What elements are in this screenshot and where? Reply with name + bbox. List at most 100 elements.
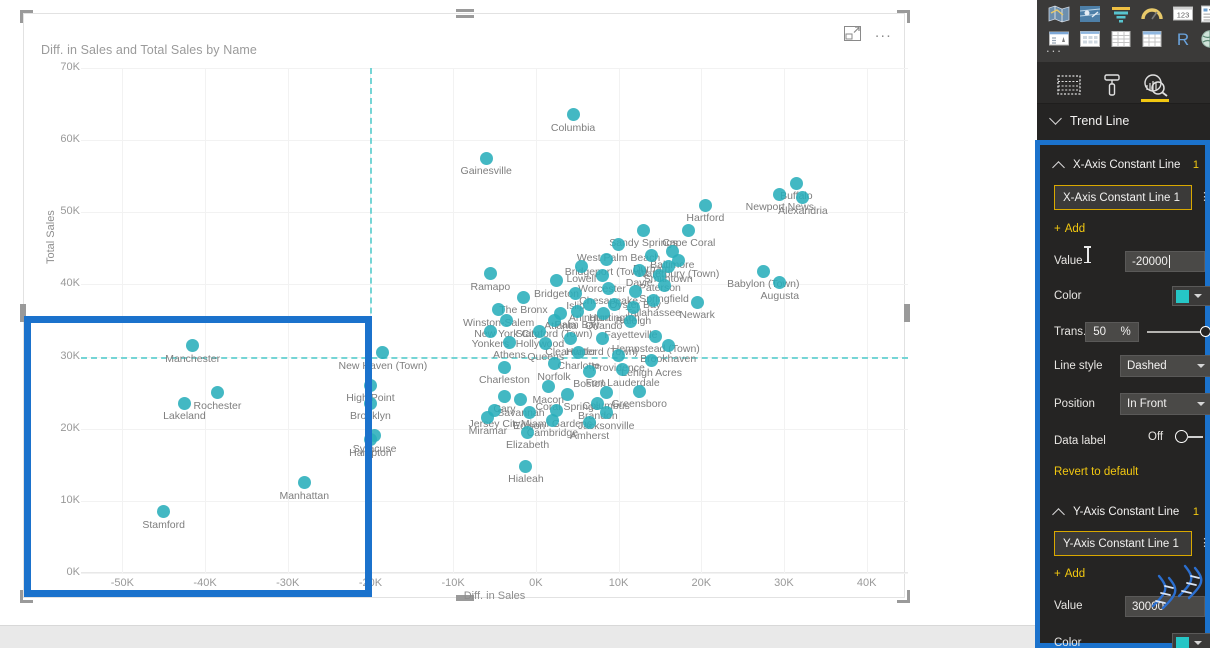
scatter-point[interactable] (646, 293, 660, 307)
matrix-icon[interactable] (1139, 28, 1164, 50)
scatter-point[interactable] (661, 339, 675, 353)
y-axis-add-button[interactable]: + Add (1054, 568, 1085, 580)
scatter-point[interactable] (682, 223, 696, 237)
scatter-point[interactable] (519, 459, 533, 473)
funnel-icon[interactable] (1108, 3, 1133, 25)
scatter-point[interactable] (773, 187, 787, 201)
x-axis-constant-line-name-menu-icon[interactable]: ⋮ (1199, 192, 1210, 203)
scatter-point[interactable] (698, 198, 712, 212)
report-canvas[interactable]: Diff. in Sales and Total Sales by Name .… (0, 0, 1037, 625)
resize-handle-bottom-left[interactable] (20, 590, 33, 603)
scatter-point[interactable] (560, 387, 574, 401)
x-axis-revert-to-default-button[interactable]: Revert to default (1054, 466, 1138, 478)
scatter-point[interactable] (690, 295, 704, 309)
scatter-point[interactable] (599, 406, 613, 420)
visual-more-options-icon[interactable]: ... (875, 25, 892, 40)
scatter-point[interactable] (497, 389, 511, 403)
scatter-point[interactable] (363, 378, 377, 392)
scatter-point[interactable] (599, 386, 613, 400)
focus-mode-icon[interactable] (844, 26, 861, 41)
scatter-point[interactable] (210, 386, 224, 400)
gauge-icon[interactable] (1139, 3, 1164, 25)
scatter-point[interactable] (157, 505, 171, 519)
scatter-point[interactable] (483, 324, 497, 338)
slicer-icon[interactable] (1077, 28, 1102, 50)
x-axis-add-button[interactable]: + Add (1054, 223, 1085, 235)
scatter-point[interactable] (545, 413, 559, 427)
scatter-point[interactable] (497, 360, 511, 374)
resize-handle-top-left[interactable] (20, 10, 33, 23)
scatter-point[interactable] (574, 259, 588, 273)
y-axis-constant-line-name-input[interactable]: Y-Axis Constant Line 1 (1054, 531, 1192, 556)
x-axis-color-picker[interactable] (1172, 286, 1210, 306)
scatter-point[interactable] (177, 396, 191, 410)
scatter-point[interactable] (564, 332, 578, 346)
python-script-icon[interactable] (1197, 28, 1210, 50)
x-axis-position-dropdown[interactable]: In Front (1120, 393, 1210, 415)
scatter-point[interactable] (583, 364, 597, 378)
scatter-point[interactable] (502, 335, 516, 349)
r-script-icon[interactable]: R (1170, 28, 1195, 50)
scatter-point[interactable] (602, 281, 616, 295)
y-axis-value-input[interactable]: 30000 (1125, 596, 1205, 617)
scatter-point[interactable] (645, 353, 659, 367)
scatter-point[interactable] (789, 176, 803, 190)
scatter-chart-visual[interactable]: Diff. in Sales and Total Sales by Name .… (20, 9, 910, 603)
gallery-more-icon[interactable]: ... (1046, 41, 1063, 54)
scatter-point[interactable] (547, 314, 561, 327)
scatter-point[interactable] (612, 348, 626, 362)
x-axis-constant-line-name-input[interactable]: X-Axis Constant Line 1 (1054, 185, 1192, 210)
x-axis-transparency-input[interactable]: 50 % (1085, 322, 1139, 342)
scatter-point[interactable] (570, 305, 584, 319)
transparency-slider-knob[interactable] (1200, 326, 1210, 337)
scatter-point[interactable] (583, 298, 597, 312)
y-axis-constant-line-name-menu-icon[interactable]: ⋮ (1199, 538, 1210, 549)
scatter-point[interactable] (363, 396, 377, 410)
scatter-point[interactable] (547, 357, 561, 371)
scatter-point[interactable] (756, 264, 770, 278)
scatter-point[interactable] (514, 393, 528, 407)
section-header-y-axis-constant-line[interactable]: Y-Axis Constant Line 1 (1040, 500, 1205, 524)
visualization-gallery[interactable]: 123 R (1037, 0, 1210, 62)
scatter-point[interactable] (541, 380, 555, 394)
scatter-point[interactable] (186, 339, 200, 353)
x-axis-value-input[interactable]: -20000 (1125, 251, 1205, 272)
table-icon[interactable] (1108, 28, 1133, 50)
constant-line-settings-block[interactable]: X-Axis Constant Line 1 X-Axis Constant L… (1035, 140, 1210, 648)
x-axis-line-style-dropdown[interactable]: Dashed (1120, 355, 1210, 377)
tab-analytics[interactable] (1133, 68, 1177, 102)
scatter-point[interactable] (363, 433, 377, 447)
scatter-point[interactable] (599, 252, 613, 266)
plot-area[interactable]: -50K -40K -30K -20K -10K 0K 10K 20K 30K 40K 0K 10K 2… (60, 61, 908, 589)
y-axis-color-picker[interactable] (1172, 633, 1210, 648)
scatter-point[interactable] (657, 279, 671, 293)
section-header-x-axis-constant-line[interactable]: X-Axis Constant Line 1 (1040, 153, 1205, 177)
scatter-point[interactable] (607, 298, 621, 312)
multirow-card-icon[interactable] (1197, 3, 1210, 25)
scatter-point[interactable] (483, 267, 497, 281)
scatter-point[interactable] (597, 306, 611, 320)
scatter-point[interactable] (632, 263, 646, 277)
resize-handle-top-inner[interactable] (456, 15, 474, 18)
scatter-point[interactable] (569, 286, 583, 300)
resize-handle-top-right[interactable] (897, 10, 910, 23)
resize-handle-left[interactable] (20, 304, 26, 322)
pane-tab-strip[interactable] (1037, 62, 1210, 104)
map-icon[interactable] (1046, 3, 1071, 25)
scatter-point[interactable] (521, 425, 535, 439)
scatter-point[interactable] (566, 108, 580, 122)
card-number-icon[interactable]: 123 (1170, 3, 1195, 25)
filled-map-icon[interactable] (1077, 3, 1102, 25)
scatter-point[interactable] (595, 269, 609, 283)
scatter-point[interactable] (297, 476, 311, 490)
scatter-point[interactable] (479, 151, 493, 165)
scatter-point[interactable] (636, 223, 650, 237)
scatter-point[interactable] (626, 301, 640, 314)
resize-handle-top[interactable] (456, 9, 474, 12)
tab-fields[interactable] (1047, 68, 1091, 102)
scatter-point[interactable] (632, 384, 646, 398)
scatter-point[interactable] (516, 290, 530, 304)
section-trend-line[interactable]: Trend Line (1037, 105, 1210, 136)
scatter-point[interactable] (649, 329, 663, 343)
tab-format[interactable] (1090, 68, 1134, 102)
